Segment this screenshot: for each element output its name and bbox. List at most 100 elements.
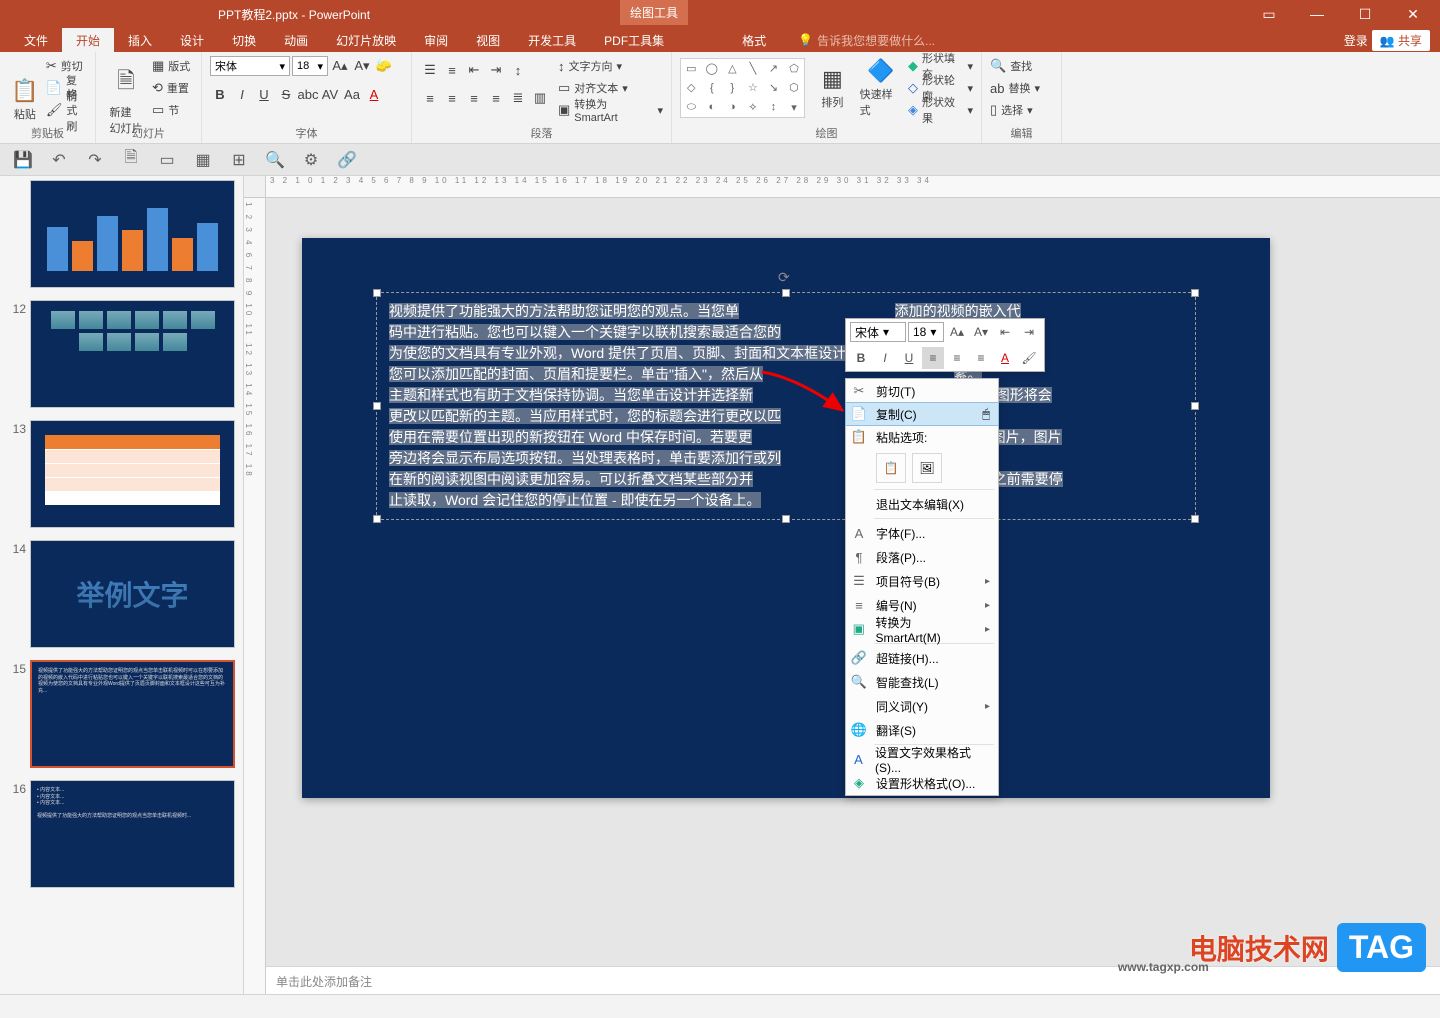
slide-thumb-11[interactable] xyxy=(30,180,235,288)
align-left-icon[interactable]: ≡ xyxy=(420,88,440,108)
tab-design[interactable]: 设计 xyxy=(166,28,218,53)
bold-icon[interactable]: B xyxy=(210,84,230,104)
format-painter-button[interactable]: 🖌格式刷 xyxy=(46,100,87,120)
resize-handle[interactable] xyxy=(373,402,381,410)
mini-format-painter-icon[interactable]: 🖌 xyxy=(1018,347,1040,369)
font-color-icon[interactable]: A xyxy=(364,84,384,104)
tab-transition[interactable]: 切换 xyxy=(218,28,270,53)
replace-button[interactable]: ab替换 ▾ xyxy=(990,78,1053,98)
tab-view[interactable]: 视图 xyxy=(462,28,514,53)
ctx-exit-text-edit[interactable]: 退出文本编辑(X) xyxy=(846,492,998,516)
resize-handle[interactable] xyxy=(782,515,790,523)
align-right-icon[interactable]: ≡ xyxy=(464,88,484,108)
mini-underline-icon[interactable]: U xyxy=(898,347,920,369)
ctx-copy[interactable]: 📄复制(C)🖱 xyxy=(845,402,999,426)
ctx-smartart[interactable]: ▣转换为 SmartArt(M)▸ xyxy=(846,617,998,641)
qat-icon-4[interactable]: ⊞ xyxy=(228,149,250,171)
minimize-icon[interactable]: — xyxy=(1302,0,1332,28)
mini-font-combo[interactable]: 宋体▾ xyxy=(850,322,906,342)
redo-icon[interactable]: ↷ xyxy=(84,149,106,171)
increase-font-icon[interactable]: A▴ xyxy=(330,56,350,76)
clear-format-icon[interactable]: 🧽 xyxy=(374,56,394,76)
ctx-paragraph[interactable]: ¶段落(P)... xyxy=(846,545,998,569)
mini-grow-font-icon[interactable]: A▴ xyxy=(946,321,968,343)
login-button[interactable]: 登录 xyxy=(1344,32,1368,49)
qat-icon-2[interactable]: ▭ xyxy=(156,149,178,171)
reset-button[interactable]: ⟲重置 xyxy=(152,78,190,98)
tab-file[interactable]: 文件 xyxy=(10,28,62,53)
paste-option-1[interactable]: 📋 xyxy=(876,453,906,483)
resize-handle[interactable] xyxy=(373,515,381,523)
close-icon[interactable]: ✕ xyxy=(1398,0,1428,28)
resize-handle[interactable] xyxy=(1191,515,1199,523)
tab-dev[interactable]: 开发工具 xyxy=(514,28,590,53)
ctx-synonyms[interactable]: 同义词(Y)▸ xyxy=(846,694,998,718)
slide-thumbnails-panel[interactable]: 12 13 14 举例文字 15 视频提供了功能强大的方法帮助您证明您的观点当您… xyxy=(0,176,244,994)
tab-format[interactable]: 格式 xyxy=(728,28,780,53)
mini-font-color-icon[interactable]: A xyxy=(994,347,1016,369)
resize-handle[interactable] xyxy=(1191,402,1199,410)
text-direction-button[interactable]: ↕文字方向 ▾ xyxy=(558,56,663,76)
slide-thumb-12[interactable] xyxy=(30,300,235,408)
ctx-smart-lookup[interactable]: 🔍智能查找(L) xyxy=(846,670,998,694)
slide-thumb-15[interactable]: 视频提供了功能强大的方法帮助您证明您的观点当您单击联机视频时可以在想要添加的视频… xyxy=(30,660,235,768)
shadow-icon[interactable]: abc xyxy=(298,84,318,104)
rotate-handle-icon[interactable]: ⟳ xyxy=(778,269,794,285)
slide-thumb-13[interactable] xyxy=(30,420,235,528)
mini-size-combo[interactable]: 18▾ xyxy=(908,322,944,342)
slide-thumb-16[interactable]: • 内容文本...• 内容文本...• 内容文本...视频提供了功能强大的方法帮… xyxy=(30,780,235,888)
qat-icon-7[interactable]: 🔗 xyxy=(336,149,358,171)
ctx-bullets[interactable]: ☰项目符号(B)▸ xyxy=(846,569,998,593)
tab-insert[interactable]: 插入 xyxy=(114,28,166,53)
tab-animation[interactable]: 动画 xyxy=(270,28,322,53)
align-text-button[interactable]: ▭对齐文本 ▾ xyxy=(558,78,663,98)
numbering-icon[interactable]: ≡ xyxy=(442,60,462,80)
align-center-icon[interactable]: ≡ xyxy=(442,88,462,108)
paste-option-2[interactable]: 🖼 xyxy=(912,453,942,483)
strike-icon[interactable]: S xyxy=(276,84,296,104)
ctx-hyperlink[interactable]: 🔗超链接(H)... xyxy=(846,646,998,670)
share-button[interactable]: 👥 共享 xyxy=(1372,30,1430,51)
spacing-icon[interactable]: AV xyxy=(320,84,340,104)
mini-align-icon[interactable]: ≡ xyxy=(922,347,944,369)
qat-icon-1[interactable]: 🗎 xyxy=(120,149,142,171)
mini-shrink-font-icon[interactable]: A▾ xyxy=(970,321,992,343)
resize-handle[interactable] xyxy=(782,289,790,297)
slide-body-text[interactable]: 视频提供了功能强大的方法帮助您证明您的观点。当您单 添加的视频的嵌入代 码中进行… xyxy=(377,293,1195,519)
ctx-shape-format[interactable]: ◈设置形状格式(O)... xyxy=(846,771,998,795)
shapes-gallery[interactable]: ▭◯△╲↗⬠ ◇{}☆↘⬡ ⬭◐◑⟡↕▾ xyxy=(680,58,805,118)
font-name-combo[interactable]: 宋体▾ xyxy=(210,56,290,76)
font-size-combo[interactable]: 18▾ xyxy=(292,56,328,76)
find-button[interactable]: 🔍查找 xyxy=(990,56,1053,76)
tab-review[interactable]: 审阅 xyxy=(410,28,462,53)
qat-icon-5[interactable]: 🔍 xyxy=(264,149,286,171)
tell-me-input[interactable]: 💡 告诉我您想要做什么... xyxy=(798,32,935,49)
arrange-button[interactable]: ▦排列 xyxy=(811,66,853,110)
change-case-icon[interactable]: Aa xyxy=(342,84,362,104)
ctx-translate[interactable]: 🌐翻译(S) xyxy=(846,718,998,742)
shape-effects-button[interactable]: ◈形状效果 ▾ xyxy=(908,100,973,120)
tab-home[interactable]: 开始 xyxy=(62,28,114,53)
ribbon-options-icon[interactable]: ▭ xyxy=(1254,0,1284,28)
bullets-icon[interactable]: ☰ xyxy=(420,60,440,80)
mini-align3-icon[interactable]: ≡ xyxy=(970,347,992,369)
mini-align2-icon[interactable]: ≡ xyxy=(946,347,968,369)
mini-italic-icon[interactable]: I xyxy=(874,347,896,369)
horizontal-ruler[interactable]: 3 2 1 0 1 2 3 4 5 6 7 8 9 10 11 12 13 14… xyxy=(266,176,1440,198)
undo-icon[interactable]: ↶ xyxy=(48,149,70,171)
mini-inc-indent-icon[interactable]: ⇥ xyxy=(1018,321,1040,343)
maximize-icon[interactable]: ☐ xyxy=(1350,0,1380,28)
section-button[interactable]: ▭节 xyxy=(152,100,190,120)
ctx-text-effect[interactable]: A设置文字效果格式(S)... xyxy=(846,747,998,771)
italic-icon[interactable]: I xyxy=(232,84,252,104)
tab-slideshow[interactable]: 幻灯片放映 xyxy=(322,28,410,53)
distribute-icon[interactable]: ≣ xyxy=(508,88,528,108)
vertical-ruler[interactable]: 1 2 3 4 6 7 8 9 10 11 12 13 14 15 16 17 … xyxy=(244,198,266,994)
resize-handle[interactable] xyxy=(1191,289,1199,297)
save-icon[interactable]: 💾 xyxy=(12,149,34,171)
ctx-cut[interactable]: ✂剪切(T) xyxy=(846,379,998,403)
quick-styles-button[interactable]: 🔷快速样式 xyxy=(860,58,902,118)
text-box[interactable]: ⟳ 视频提供了功能强大的方法帮助您证明您的观点。当您单 添加的视频的嵌入代 码中… xyxy=(376,292,1196,520)
mini-dec-indent-icon[interactable]: ⇤ xyxy=(994,321,1016,343)
justify-icon[interactable]: ≡ xyxy=(486,88,506,108)
